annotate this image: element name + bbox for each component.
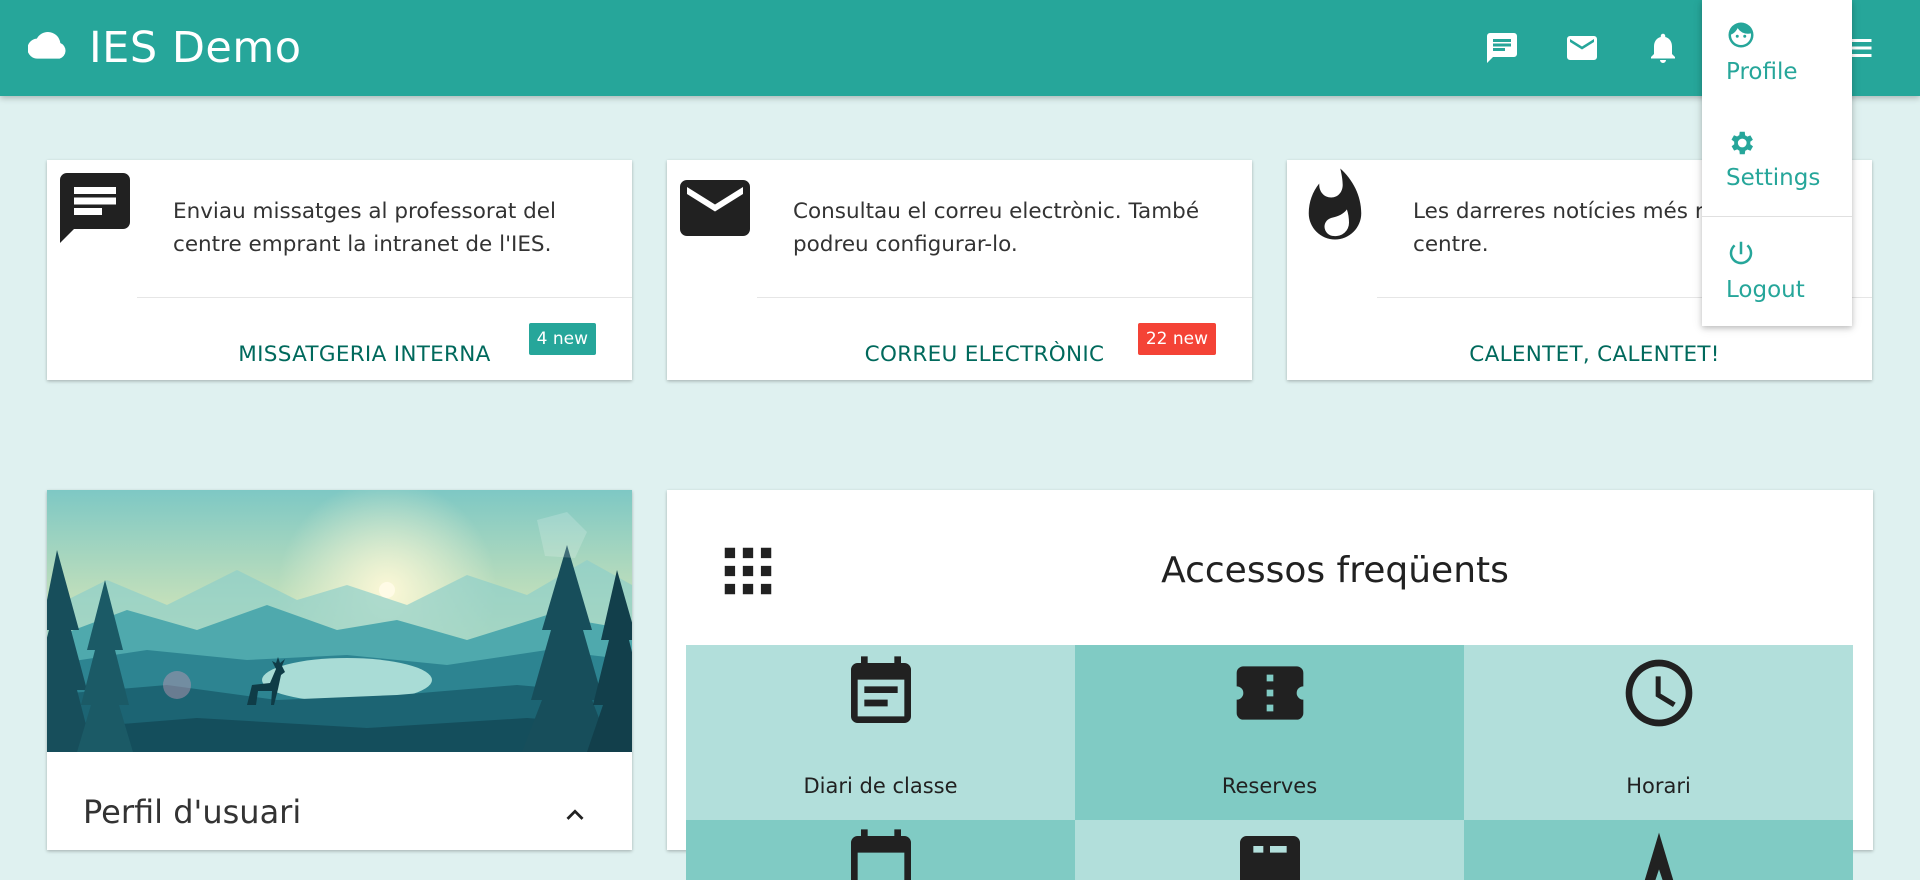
new-count-badge: 22 new — [1137, 323, 1216, 355]
app-title[interactable]: IES Demo — [89, 22, 302, 74]
message-icon — [53, 166, 137, 250]
notifications-icon[interactable] — [1645, 30, 1681, 66]
clock-icon — [1619, 653, 1699, 733]
card-missatgeria: Enviau missatges al professorat del cent… — [47, 160, 632, 380]
menu-item-label: Logout — [1726, 277, 1805, 303]
profile-card: Perfil d'usuari — [47, 490, 632, 850]
card-correu: Consultau el correu electrònic. També po… — [667, 160, 1252, 380]
access-title: Accessos freqüents — [1161, 550, 1509, 591]
user-dropdown-menu: Profile Settings Logout — [1702, 0, 1852, 326]
card-divider — [137, 297, 632, 298]
card-divider — [757, 297, 1252, 298]
noticies-link[interactable]: Calentet, calentet! — [1377, 340, 1872, 370]
menu-item-label: Settings — [1726, 165, 1821, 191]
card-description: Consultau el correu electrònic. També po… — [793, 199, 1200, 257]
ticket-icon — [1230, 653, 1310, 733]
face-icon — [1726, 20, 1756, 50]
tile-diari-classe[interactable]: Diari de classe — [686, 645, 1075, 820]
cloud-icon — [28, 32, 66, 59]
tile-label: Horari — [1626, 774, 1691, 798]
mail-icon — [673, 166, 757, 250]
top-navbar: IES Demo — [0, 0, 1920, 96]
chat-icon[interactable] — [1484, 30, 1520, 66]
tile-horari[interactable]: Horari — [1464, 645, 1853, 820]
chevron-up-icon[interactable] — [558, 798, 592, 832]
power-icon — [1726, 238, 1756, 268]
menu-item-settings[interactable]: Settings — [1702, 128, 1852, 194]
tile-row2-2[interactable] — [1075, 820, 1464, 880]
calendar-icon — [841, 653, 921, 733]
menu-item-label: Profile — [1726, 59, 1798, 85]
menu-divider — [1702, 216, 1852, 217]
mail-icon[interactable] — [1564, 30, 1600, 66]
frequent-access-card: Accessos freqüents Diari de classe Reser… — [667, 490, 1873, 880]
gear-icon — [1726, 128, 1756, 158]
menu-item-logout[interactable]: Logout — [1702, 238, 1852, 304]
profile-landscape-image — [47, 490, 632, 752]
tile-row2-3[interactable] — [1464, 820, 1853, 880]
profile-title: Perfil d'usuari — [83, 793, 302, 831]
new-count-badge: 4 new — [528, 323, 596, 355]
tile-label: Reserves — [1221, 774, 1318, 798]
person-icon — [1619, 826, 1699, 880]
tile-row2-1[interactable] — [686, 820, 1075, 880]
card-description: Enviau missatges al professorat del cent… — [173, 199, 557, 257]
calendar-icon — [841, 826, 921, 880]
tile-reserves[interactable]: Reserves — [1075, 645, 1464, 820]
tile-label: Diari de classe — [803, 774, 958, 798]
menu-item-profile[interactable]: Profile — [1702, 20, 1852, 86]
whatshot-icon — [1293, 166, 1377, 250]
assignment-icon — [1230, 826, 1310, 880]
